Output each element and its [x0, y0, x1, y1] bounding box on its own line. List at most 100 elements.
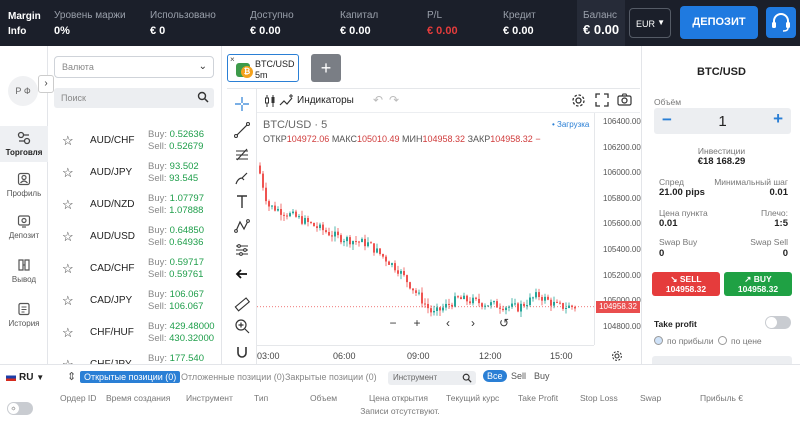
price-axis[interactable]: 106400.00 106200.00 106000.00 105800.00 1056… [594, 113, 641, 345]
instrument-row[interactable]: ☆ CHF/HUF Buy: 429.48000 Sell: 430.32000 [48, 316, 221, 348]
gear-icon[interactable] [571, 93, 586, 108]
instrument-row[interactable]: ☆CHF/JPYBuy: 177.540Sell: 177.540 [48, 348, 221, 364]
instrument-search-input[interactable]: Поиск [54, 88, 214, 108]
chart-pane[interactable] [257, 113, 594, 345]
empty-state: Записи отсутствуют. [360, 406, 440, 416]
fib-icon[interactable] [233, 145, 251, 163]
star-icon[interactable]: ☆ [62, 293, 74, 309]
ruler-icon[interactable] [233, 295, 251, 313]
pattern-icon[interactable] [233, 217, 251, 235]
column-header[interactable]: Take Profit [518, 393, 558, 403]
nav-trading[interactable]: Торговля [0, 126, 48, 162]
tab-open-positions[interactable]: Открытые позиции (0) [80, 371, 181, 383]
column-header[interactable]: Ордер ID [60, 393, 96, 403]
column-header[interactable]: Текущий курс [446, 393, 499, 403]
zoom-out-button[interactable]: − [384, 315, 402, 333]
star-icon[interactable]: ☆ [62, 197, 74, 213]
star-icon[interactable]: ☆ [62, 165, 74, 181]
balance-box: Баланс € 0.00 [577, 0, 625, 46]
fullscreen-icon[interactable] [595, 93, 609, 107]
close-icon[interactable]: × [230, 55, 235, 64]
time-tick: 09:00 [407, 351, 430, 361]
nav-profile[interactable]: Профиль [0, 172, 48, 198]
deposit-button[interactable]: ДЕПОЗИТ [680, 6, 758, 39]
collapse-positions-icon[interactable]: ⇕ [67, 370, 76, 383]
star-icon[interactable]: ☆ [62, 133, 74, 149]
arrow-left-icon[interactable] [233, 265, 251, 283]
filter-buy[interactable]: Buy [530, 370, 554, 382]
currency-select[interactable]: EUR ▼ [629, 8, 671, 38]
language-select[interactable]: RU ▼ [6, 372, 44, 383]
column-header[interactable]: Объем [310, 393, 337, 403]
zoom-in-icon[interactable] [233, 317, 251, 335]
instrument-filter-input[interactable]: Инструмент [388, 371, 476, 385]
nav-withdraw[interactable]: Вывод [0, 258, 48, 284]
column-header[interactable]: Время создания [106, 393, 170, 403]
tab-closed-positions[interactable]: Закрытые позиции (0) [285, 372, 377, 382]
camera-icon[interactable] [617, 93, 632, 107]
star-icon[interactable]: ☆ [62, 229, 74, 245]
theme-toggle[interactable]: ☼ [7, 402, 33, 415]
column-header[interactable]: Цена открытия [369, 393, 428, 403]
magnet-icon[interactable] [233, 343, 251, 361]
instrument-row[interactable]: ☆ CAD/CHF Buy: 0.59717 Sell: 0.59761 [48, 252, 221, 284]
chart-settings-gear-icon[interactable] [611, 350, 623, 362]
column-header[interactable]: Инструмент [186, 393, 233, 403]
price-tick: 105400.00 [603, 245, 641, 254]
column-header[interactable]: Тип [254, 393, 268, 403]
sell-button[interactable]: ↘ SELL 104958.32 [652, 272, 720, 296]
take-profit-toggle[interactable] [765, 316, 791, 329]
column-header[interactable]: Stop Loss [580, 393, 618, 403]
star-icon[interactable]: ☆ [62, 357, 74, 364]
instrument-row[interactable]: ☆ AUD/JPY Buy: 93.502 Sell: 93.545 [48, 156, 221, 188]
price-tick: 104800.00 [603, 321, 641, 331]
by-profit-radio[interactable] [654, 336, 663, 345]
nav-history[interactable]: История [0, 302, 48, 328]
column-header[interactable]: Прибыль € [700, 393, 743, 403]
currency-filter-dropdown[interactable]: Валюта ⌄ [54, 56, 214, 78]
instrument-symbol: AUD/NZD [90, 199, 135, 210]
star-icon[interactable]: ☆ [62, 325, 74, 341]
instrument-row[interactable]: ☆ AUD/NZD Buy: 1.07797 Sell: 1.07888 [48, 188, 221, 220]
indicators-button[interactable]: Индикаторы [297, 95, 354, 106]
volume-value[interactable]: 1 [654, 113, 791, 130]
scroll-right-button[interactable]: › [464, 315, 482, 333]
price-tick: 106400.00 [603, 117, 641, 126]
chart-area: × ₿ BTC/USD 5m + Индикаторы ↶ ↷ BTC/USD … [222, 46, 641, 365]
increase-volume-button[interactable]: + [773, 109, 783, 129]
buy-price: Buy: 429.48000 [148, 321, 215, 332]
chart-tab-btcusd[interactable]: × ₿ BTC/USD 5m [227, 54, 299, 82]
sell-price: Sell: 1.07888 [148, 205, 204, 216]
column-header[interactable]: Swap [640, 393, 661, 403]
filter-sell[interactable]: Sell [507, 370, 530, 382]
time-tick: 06:00 [333, 351, 356, 361]
reset-chart-button[interactable]: ↺ [495, 315, 513, 333]
instrument-row[interactable]: ☆ CAD/JPY Buy: 106.067 Sell: 106.067 [48, 284, 221, 316]
redo-icon[interactable]: ↷ [389, 93, 399, 107]
text-icon[interactable] [233, 193, 251, 211]
by-price-radio[interactable] [718, 336, 727, 345]
star-icon[interactable]: ☆ [62, 261, 74, 277]
candles-icon[interactable] [263, 94, 277, 108]
instrument-row[interactable]: ☆ AUD/USD Buy: 0.64850 Sell: 0.64936 [48, 220, 221, 252]
undo-icon[interactable]: ↶ [373, 93, 383, 107]
filter-all[interactable]: Все [483, 370, 507, 382]
margin-info-title: Margin Info [8, 11, 41, 37]
nav-deposit[interactable]: Депозит [0, 214, 48, 240]
tab-pending-positions[interactable]: Отложенные позиции (0) [181, 372, 285, 382]
brush-icon[interactable] [233, 169, 251, 187]
instrument-row[interactable]: ☆ AUD/CHF Buy: 0.52636 Sell: 0.52679 [48, 124, 221, 156]
zoom-in-button[interactable]: + [408, 315, 426, 333]
trend-line-icon[interactable] [233, 121, 251, 139]
support-button[interactable] [766, 7, 796, 38]
indicators-icon [279, 94, 293, 106]
crosshair-icon[interactable] [233, 95, 251, 113]
buy-button[interactable]: ↗ BUY 104958.32 [724, 272, 792, 296]
bitcoin-icon: ₿ [236, 63, 253, 78]
scroll-left-button[interactable]: ‹ [439, 315, 457, 333]
avatar[interactable]: Р Ф [8, 76, 38, 106]
time-axis[interactable]: 03:00 06:00 09:00 12:00 15:00 [257, 345, 594, 365]
prediction-icon[interactable] [233, 241, 251, 259]
expand-sidebar-button[interactable]: › [38, 75, 54, 93]
add-chart-button[interactable]: + [311, 54, 341, 82]
